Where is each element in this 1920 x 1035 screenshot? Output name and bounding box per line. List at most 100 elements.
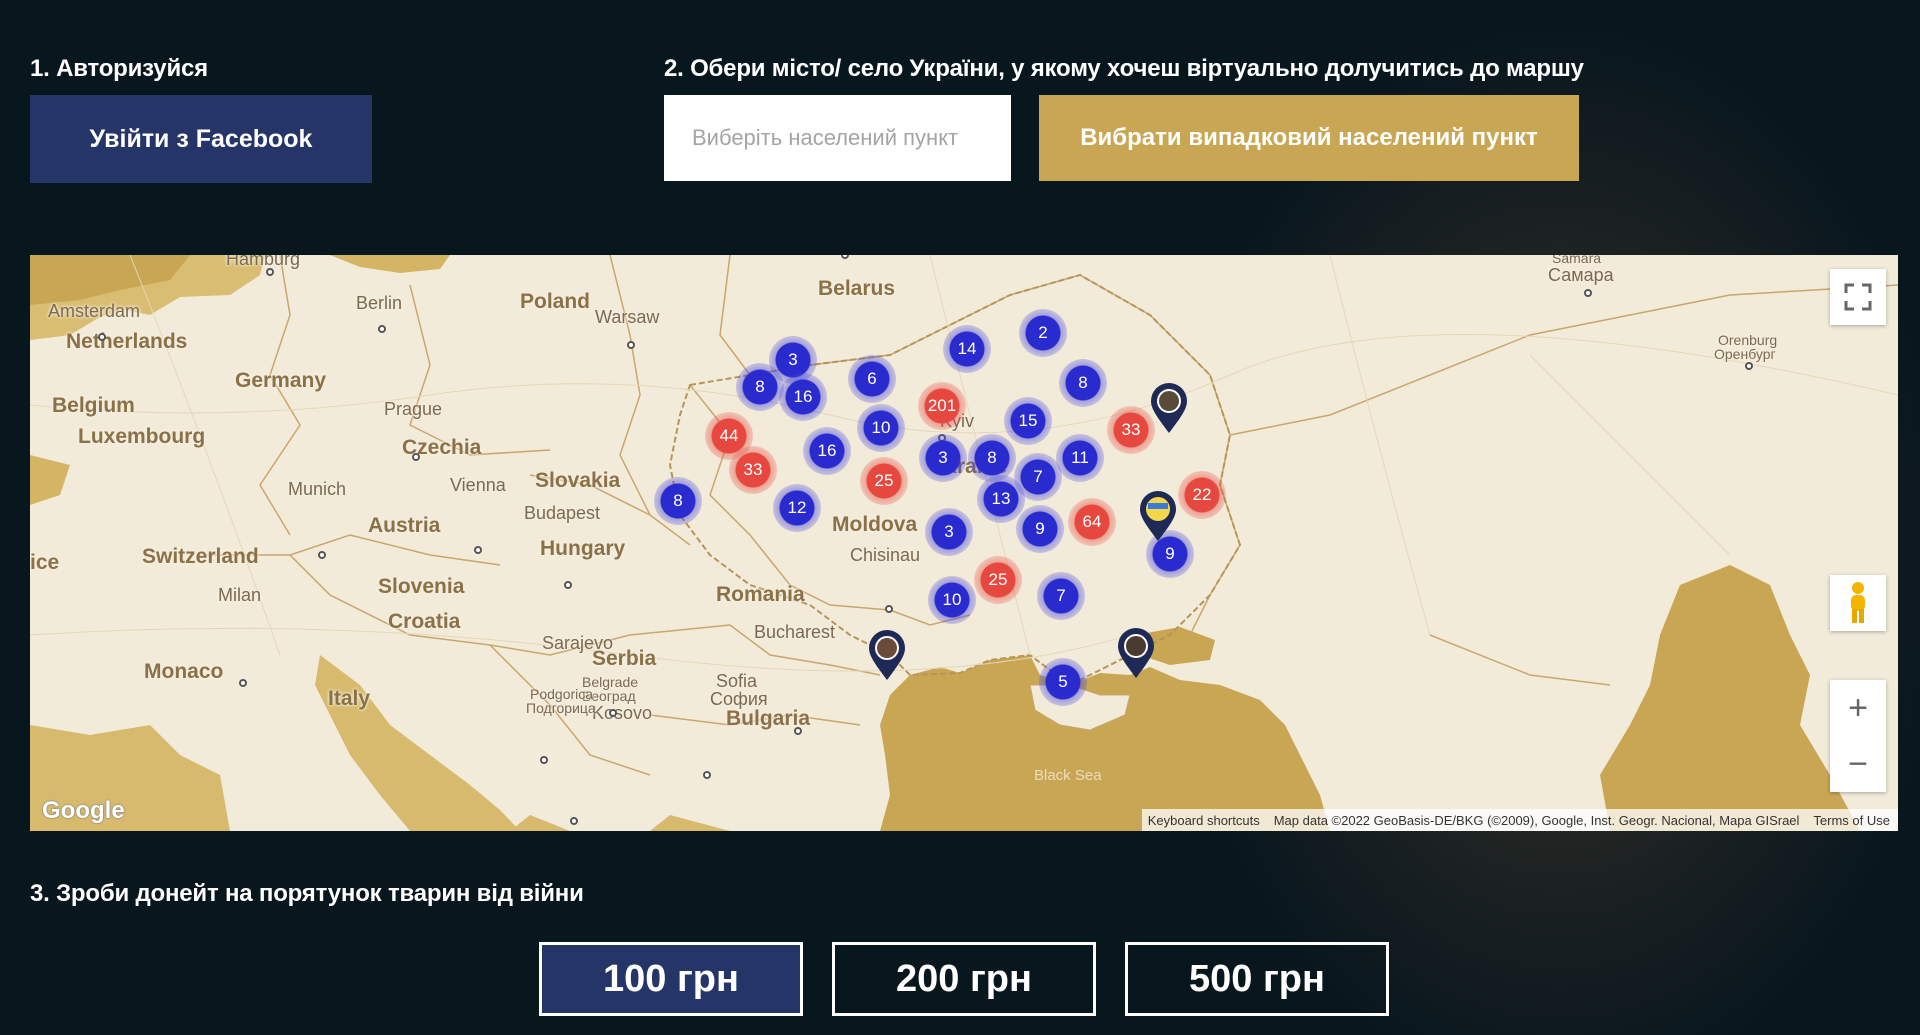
label-sarajevo: Sarajevo [542,633,614,653]
city-search-input[interactable] [664,95,1011,181]
marker-cluster[interactable]: 25 [974,556,1022,604]
label-hamburg: Hamburg [226,255,301,269]
city-dot [1745,362,1753,370]
city-dot [412,453,420,461]
marker-cluster[interactable]: 10 [857,404,905,452]
label-netherlands: Netherlands [66,330,188,353]
label-sofia-cyr: София [710,689,768,709]
label-romania: Romania [716,583,805,606]
label-samara-cyr: Самара [1548,265,1614,285]
marker-cluster[interactable]: 15 [1004,397,1052,445]
city-dot [794,727,802,735]
map-pin-icon[interactable] [1116,628,1156,680]
city-dot [1584,289,1592,297]
facebook-login-button[interactable]: Увійти з Facebook [30,95,372,183]
label-chisinau: Chisinau [850,545,921,565]
marker-cluster[interactable]: 3 [919,434,967,482]
label-orenburg: Orenburg [1718,332,1778,348]
city-dot [570,817,578,825]
city-dot [474,546,482,554]
label-black-sea: Black Sea [1034,767,1102,784]
label-prague: Prague [384,399,443,419]
google-logo: Google [42,797,125,824]
city-dot [378,325,386,333]
city-dot [266,268,274,276]
marker-cluster[interactable]: 8 [654,477,702,525]
map-pin-icon[interactable] [867,630,907,682]
keyboard-shortcuts-link[interactable]: Keyboard shortcuts [1148,813,1260,828]
zoom-out-button[interactable]: − [1830,736,1886,792]
marker-cluster[interactable]: 16 [803,427,851,475]
marker-cluster[interactable]: 33 [1107,406,1155,454]
marker-cluster[interactable]: 8 [1059,359,1107,407]
label-belgium: Belgium [52,394,135,417]
map-data-text: Map data ©2022 GeoBasis-DE/BKG (©2009), … [1273,812,1800,828]
marker-cluster[interactable]: 9 [1016,505,1064,553]
label-croatia: Croatia [388,610,461,633]
label-budapest: Budapest [524,503,601,523]
marker-cluster[interactable]: 7 [1037,572,1085,620]
marker-cluster[interactable]: 6 [848,355,896,403]
label-berlin: Berlin [356,293,403,313]
city-dot [627,341,635,349]
random-city-button[interactable]: Вибрати випадковий населений пункт [1039,95,1579,181]
amount-200-button[interactable]: 200 грн [832,942,1096,1016]
map-pin-icon[interactable] [1138,491,1178,543]
marker-cluster[interactable]: 25 [860,457,908,505]
city-dot [885,605,893,613]
label-warsaw: Warsaw [595,307,660,327]
label-ice: ice [30,551,60,574]
label-amsterdam: Amsterdam [48,301,141,321]
map-pin-icon[interactable] [1149,383,1189,435]
marker-cluster[interactable]: 22 [1178,471,1226,519]
marker-cluster[interactable]: 10 [928,576,976,624]
city-dot [239,679,247,687]
fullscreen-icon [1844,283,1872,311]
step3-title: 3. Зроби донейт на порятунок тварин від … [30,880,584,907]
label-orenburg-cyr: Оренбург [1714,346,1776,362]
marker-cluster[interactable]: 11 [1056,434,1104,482]
label-poland: Poland [520,290,591,313]
label-austria: Austria [368,514,441,537]
label-hungary: Hungary [540,537,626,560]
label-moldova: Moldova [832,513,918,536]
label-belarus: Belarus [818,277,896,300]
marker-cluster[interactable]: 14 [943,325,991,373]
zoom-in-button[interactable]: + [1830,680,1886,736]
city-dot [98,333,106,341]
marker-cluster[interactable]: 13 [977,475,1025,523]
city-dot [564,581,572,589]
label-samara: Samara [1552,255,1602,266]
label-slovenia: Slovenia [378,575,465,598]
label-kosovo: Kosovo [592,703,653,723]
city-dot [318,551,326,559]
label-munich: Munich [288,479,347,499]
marker-cluster[interactable]: 8 [968,434,1016,482]
marker-cluster[interactable]: 5 [1039,658,1087,706]
map[interactable]: Belarus Poland Germany Netherlands Belgi… [30,255,1898,831]
label-podgorica-cyr: Подгорица [526,700,596,716]
marker-cluster[interactable]: 3 [925,508,973,556]
fullscreen-button[interactable] [1830,269,1886,325]
amount-500-button[interactable]: 500 грн [1125,942,1389,1016]
label-italy: Italy [328,687,371,710]
pegman-icon [1851,582,1865,623]
label-bucharest: Bucharest [754,622,836,642]
marker-cluster[interactable]: 16 [779,373,827,421]
marker-cluster[interactable]: 33 [729,446,777,494]
amount-100-button[interactable]: 100 грн [539,942,803,1016]
city-dot [540,756,548,764]
step2-title: 2. Обери місто/ село України, у якому хо… [664,55,1584,82]
street-view-button[interactable] [1830,575,1886,631]
marker-cluster[interactable]: 64 [1068,498,1116,546]
marker-cluster[interactable]: 12 [773,484,821,532]
city-dot [703,771,711,779]
terms-link[interactable]: Terms of Use [1813,813,1890,828]
map-attribution: Keyboard shortcuts Map data ©2022 GeoBas… [1141,809,1898,831]
label-switzerland: Switzerland [142,545,259,568]
label-podgorica: Podgorica [530,686,594,702]
marker-cluster[interactable]: 8 [736,363,784,411]
zoom-controls: + − [1830,680,1886,792]
marker-cluster[interactable]: 2 [1019,309,1067,357]
marker-cluster[interactable]: 201 [918,382,966,430]
